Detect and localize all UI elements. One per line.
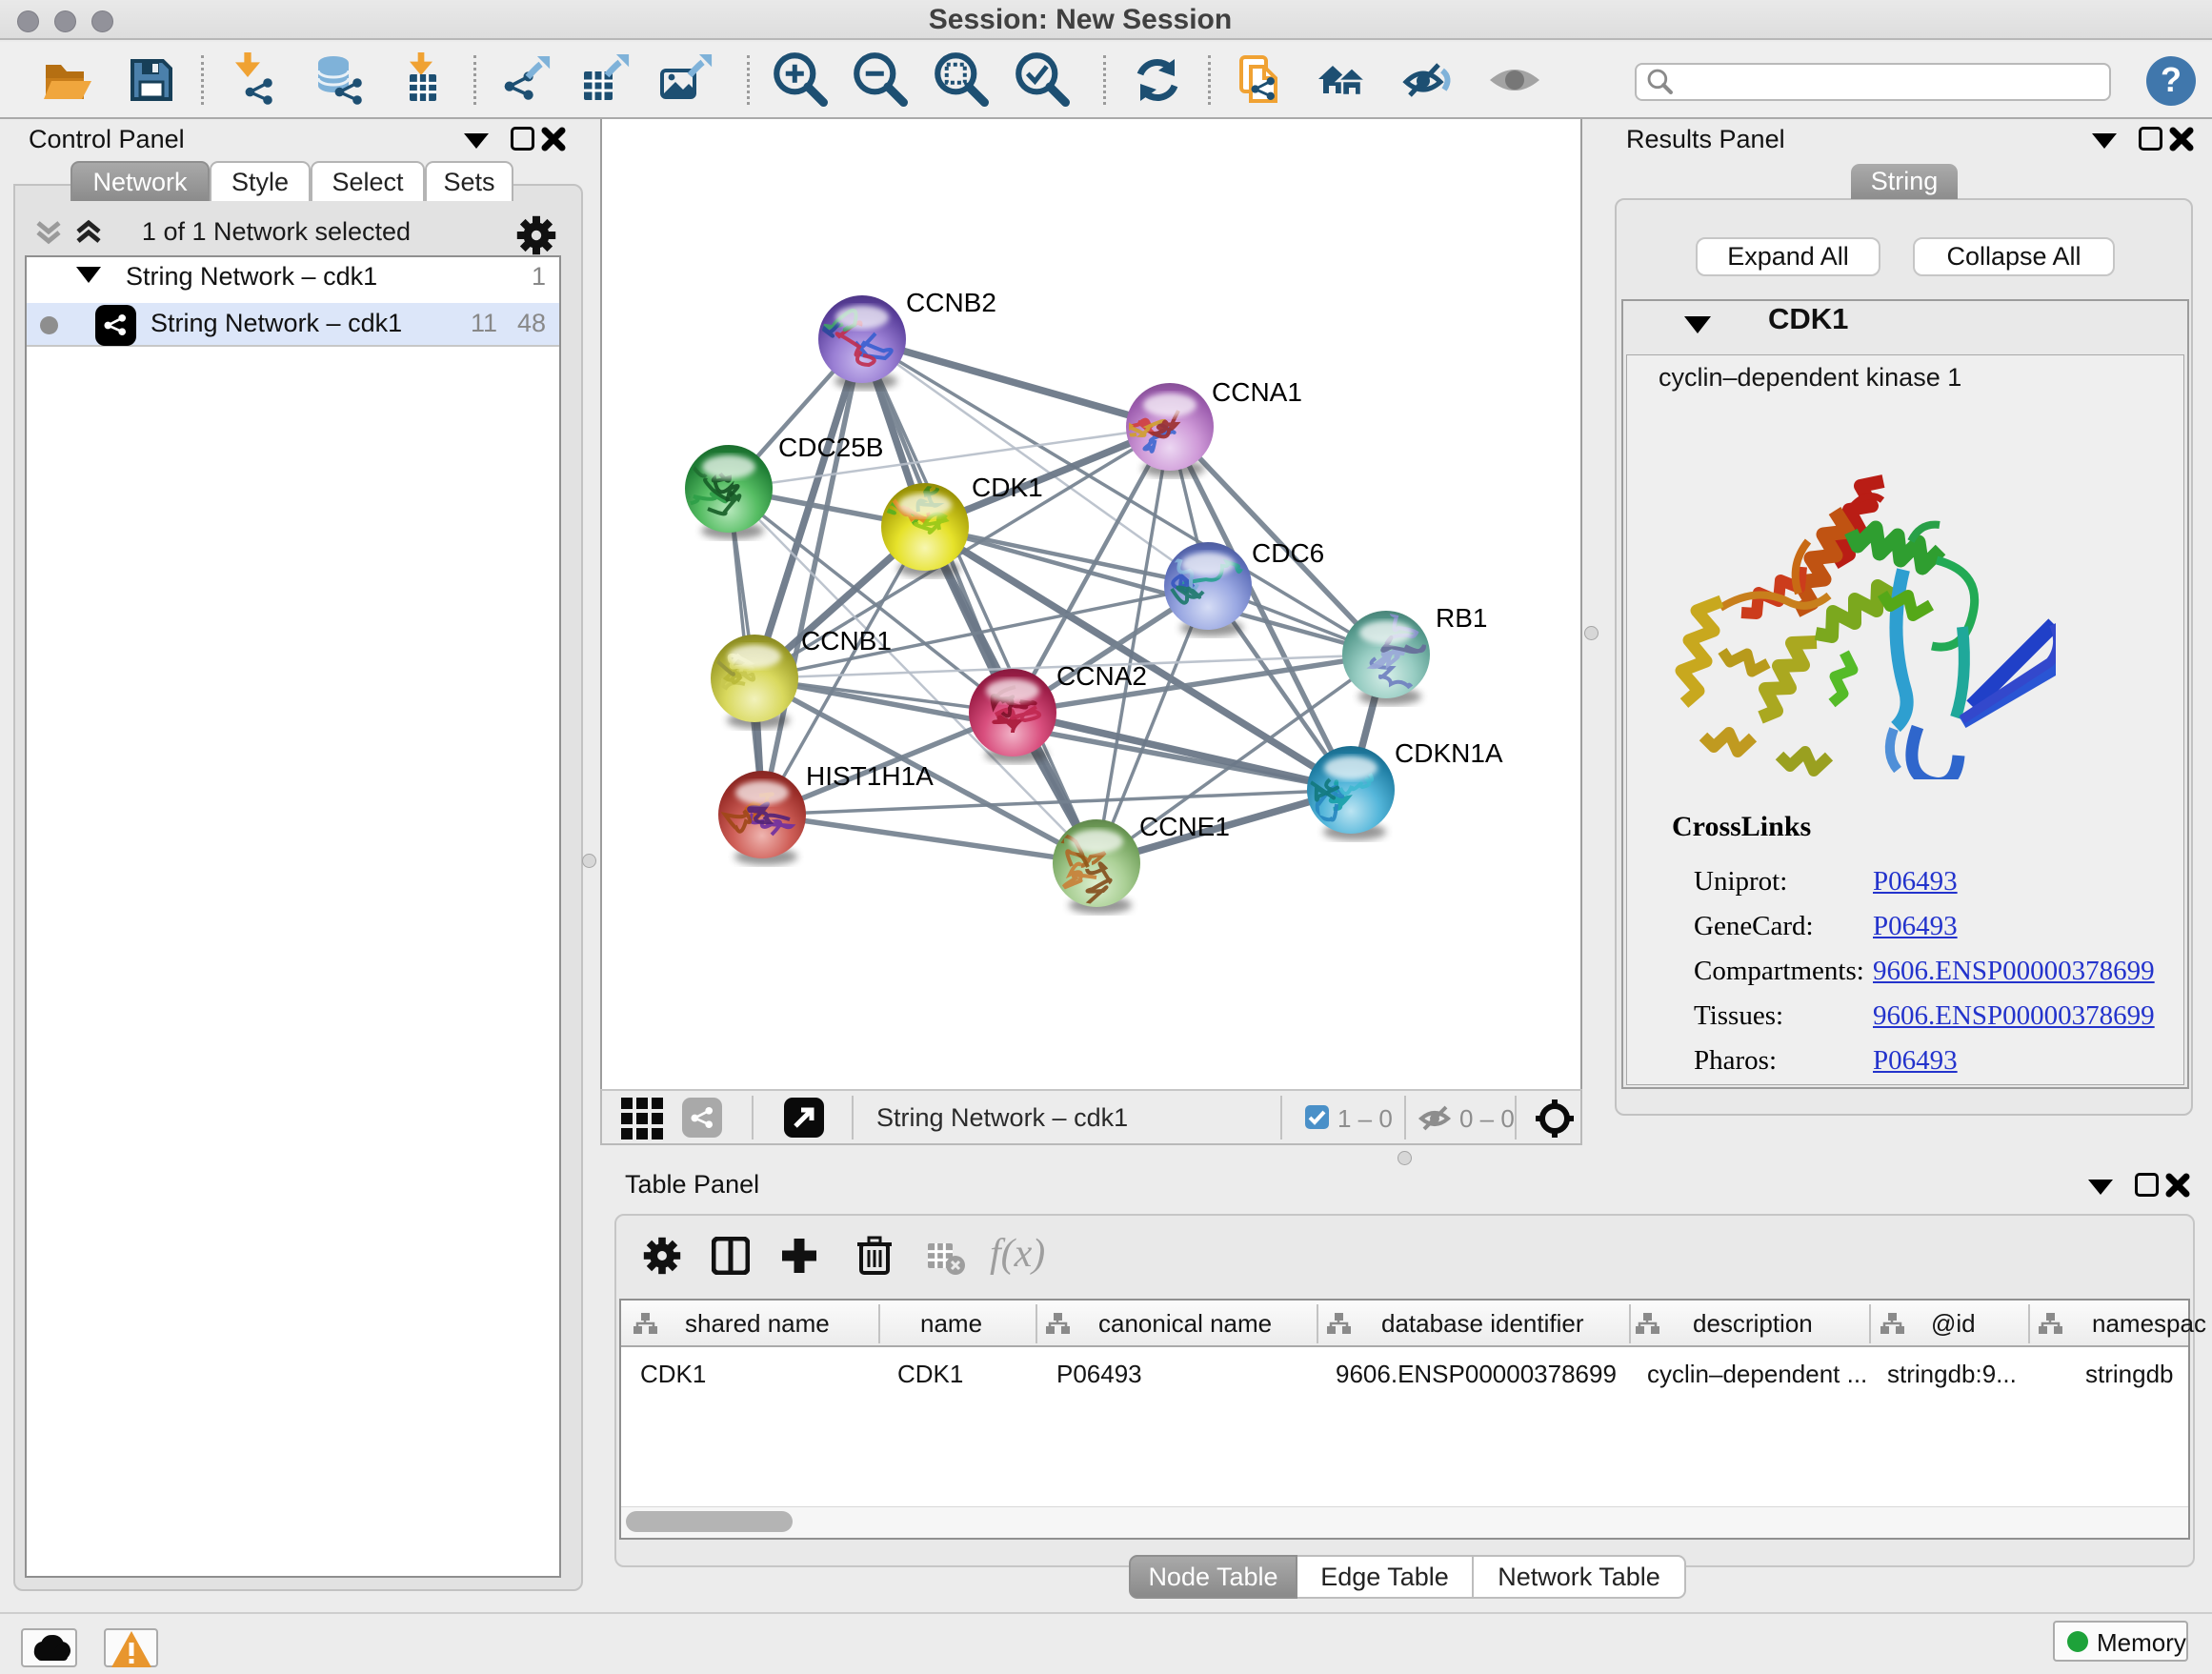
- svg-text:CCNA2: CCNA2: [1056, 661, 1147, 691]
- svg-text:CDK1: CDK1: [972, 473, 1043, 502]
- svg-text:CDC25B: CDC25B: [778, 433, 883, 462]
- svg-text:CCNB1: CCNB1: [801, 626, 892, 655]
- svg-text:CCNE1: CCNE1: [1139, 812, 1230, 841]
- svg-text:RB1: RB1: [1436, 603, 1487, 633]
- svg-text:CCNB2: CCNB2: [906, 288, 996, 317]
- svg-text:CDC6: CDC6: [1252, 538, 1324, 568]
- svg-text:CCNA1: CCNA1: [1212, 377, 1302, 407]
- svg-text:?: ?: [2161, 60, 2182, 99]
- svg-text:CDKN1A: CDKN1A: [1395, 738, 1503, 768]
- svg-text:HIST1H1A: HIST1H1A: [806, 761, 934, 791]
